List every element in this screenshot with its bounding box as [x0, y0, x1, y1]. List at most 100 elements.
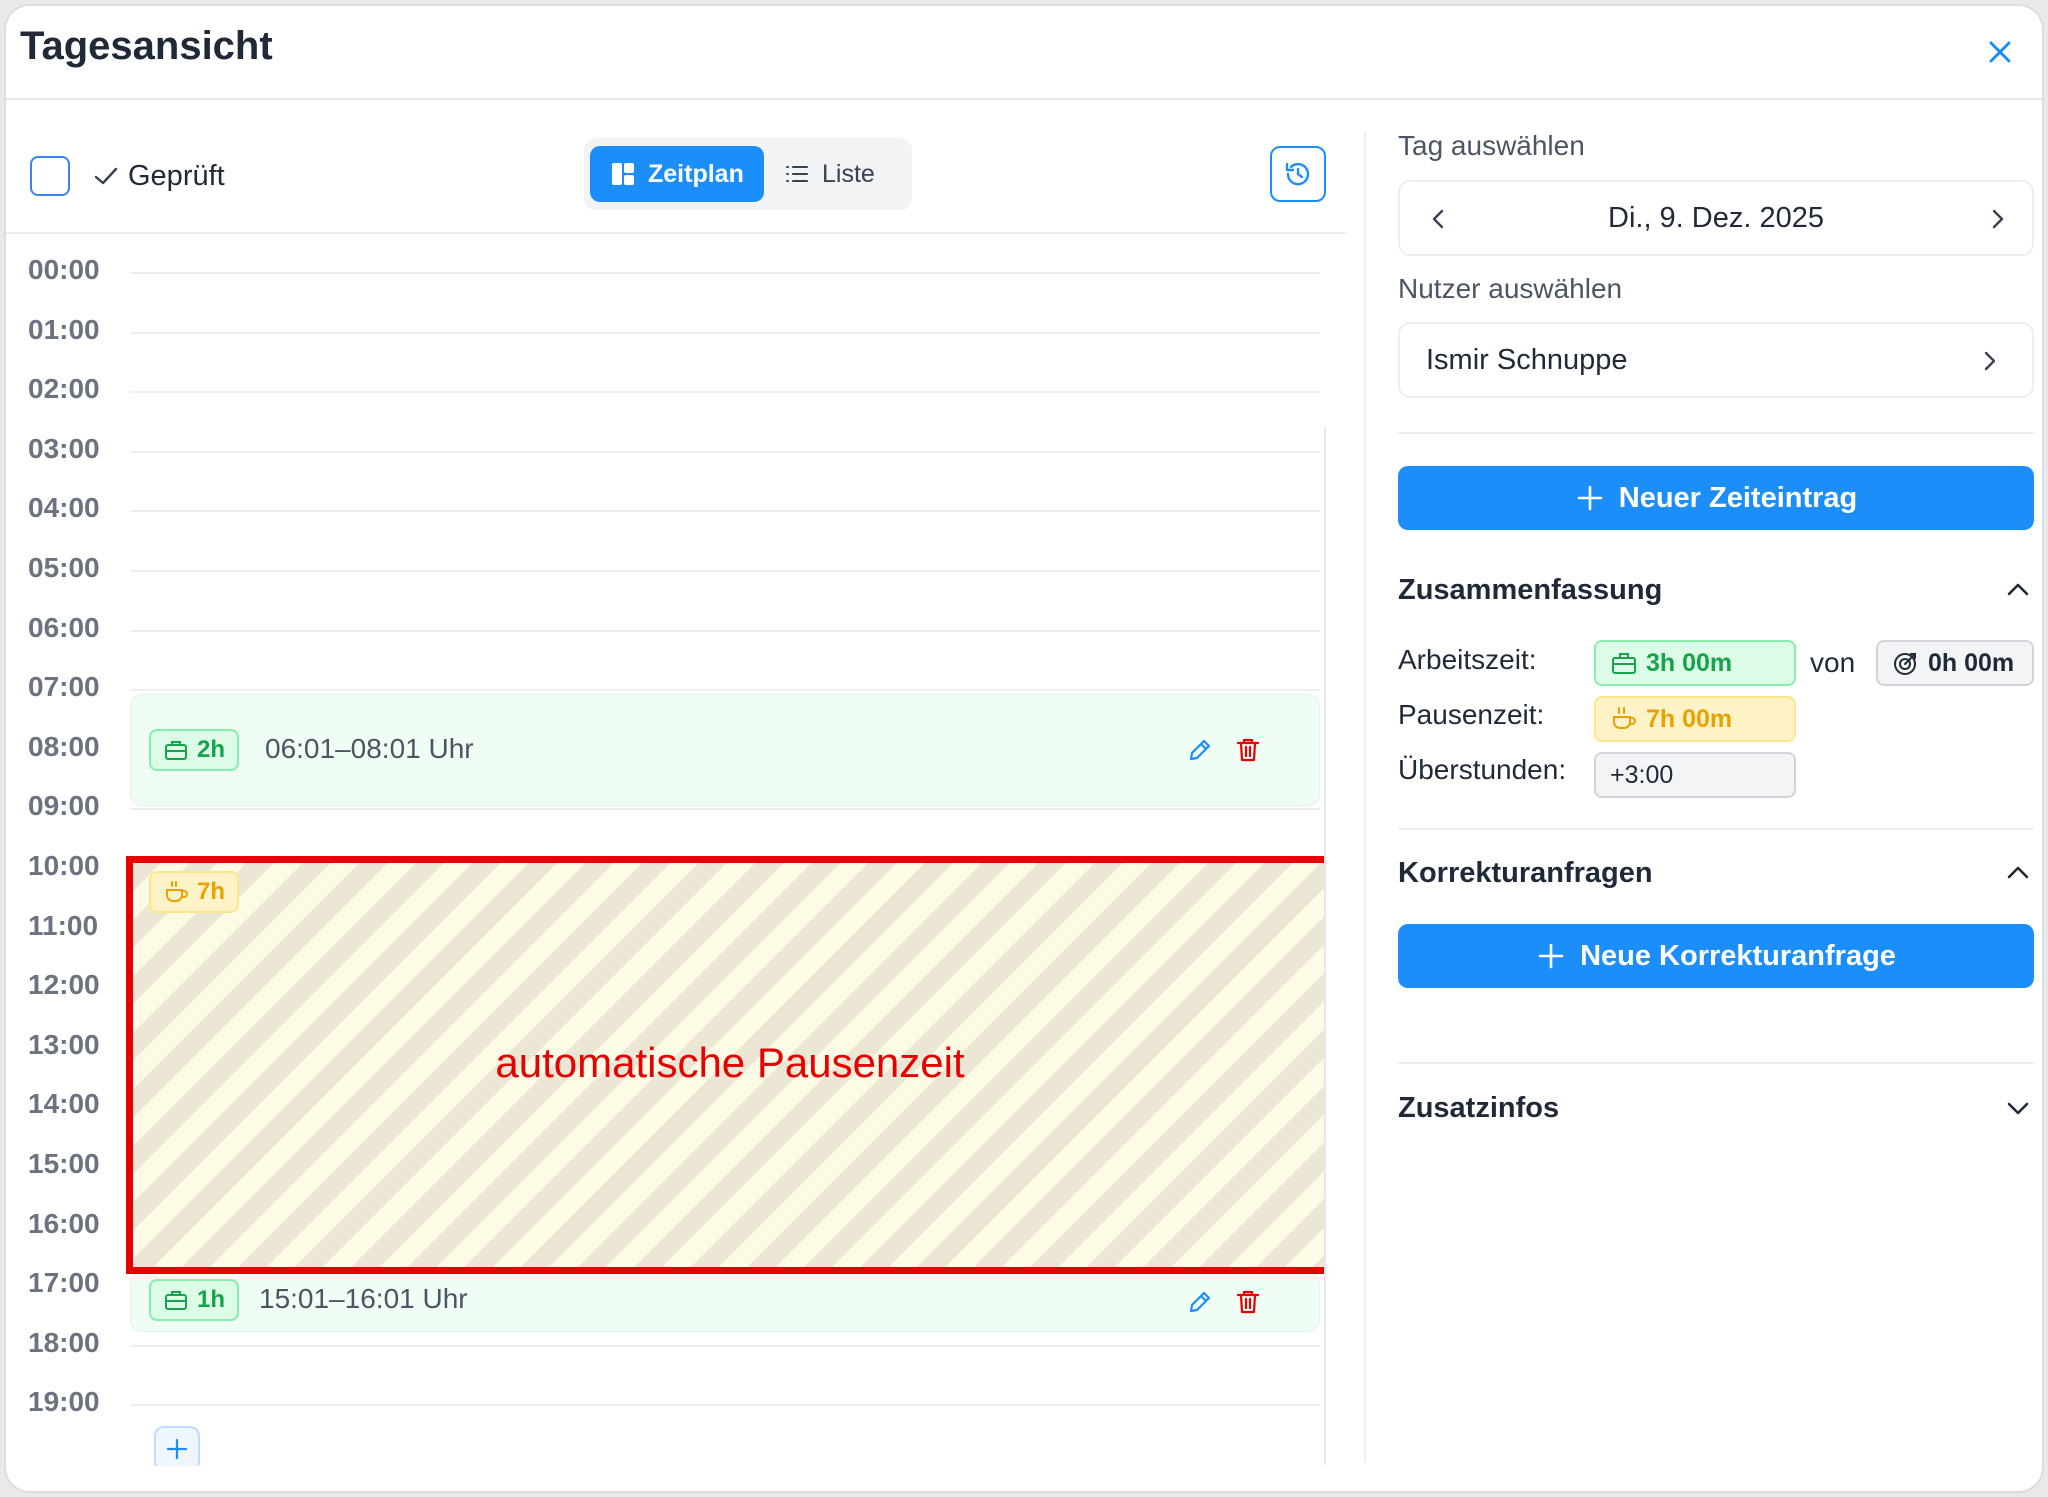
page-title: Tagesansicht: [20, 24, 273, 68]
modal-header: Tagesansicht: [6, 6, 2042, 100]
hour-row: 01:00: [6, 314, 1326, 390]
pause-duration: 7h: [197, 878, 226, 905]
day-select-label: Tag auswählen: [1398, 130, 1585, 161]
edit-icon[interactable]: [1185, 735, 1215, 765]
entry-time: 15:01–16:01 Uhr: [259, 1283, 468, 1314]
overtime-pill: +3:00: [1594, 752, 1796, 798]
hour-gridline: [130, 1404, 1320, 1407]
history-button[interactable]: [1270, 146, 1326, 202]
hour-gridline: [130, 689, 1320, 692]
target-time-value: 0h 00m: [1928, 648, 2015, 677]
pause-time-pill: 7h 00m: [1594, 696, 1796, 742]
history-icon: [1285, 162, 1310, 186]
divider: [1398, 1062, 2034, 1064]
checked-label: Geprüft: [92, 156, 225, 196]
hour-row: 18:00: [6, 1327, 1326, 1403]
hour-row: 04:00: [6, 492, 1326, 568]
new-correction-button[interactable]: Neue Korrekturanfrage: [1398, 924, 2034, 988]
trash-icon[interactable]: [1233, 735, 1263, 765]
entry-duration-badge: 1h: [149, 1279, 240, 1321]
chevron-up-icon[interactable]: [2002, 574, 2034, 606]
coffee-icon: [166, 881, 188, 902]
hour-row: 05:00: [6, 552, 1326, 628]
divider: [1398, 432, 2034, 434]
hour-label: 04:00: [28, 492, 100, 524]
plus-icon: [1577, 485, 1603, 511]
hour-label: 00:00: [28, 254, 100, 285]
work-time-pill: 3h 00m: [1594, 640, 1796, 686]
tab-list[interactable]: Liste: [764, 146, 895, 202]
checked-checkbox[interactable]: [30, 156, 70, 196]
hour-label: 05:00: [28, 552, 100, 583]
briefcase-icon: [1612, 653, 1636, 674]
of-label: von: [1810, 647, 1856, 678]
new-correction-label: Neue Korrekturanfrage: [1580, 939, 1896, 972]
hour-gridline: [130, 272, 1320, 274]
pause-label: automatische Pausenzeit: [495, 1039, 965, 1086]
new-entry-button[interactable]: Neuer Zeiteintrag: [1398, 466, 2034, 530]
target-icon: [1894, 653, 1916, 675]
hour-label: 11:00: [28, 909, 99, 941]
entry-time: 06:01–08:01 Uhr: [265, 733, 474, 764]
trash-icon[interactable]: [1233, 1287, 1263, 1317]
layout-icon: [612, 163, 634, 185]
hour-row: 02:00: [6, 373, 1326, 449]
summary-title: Zusammenfassung: [1398, 574, 1663, 606]
hour-row: 19:00: [6, 1386, 1326, 1462]
hour-label: 08:00: [28, 730, 100, 762]
hour-label: 12:00: [28, 969, 100, 1001]
chevron-up-icon[interactable]: [2002, 857, 2034, 889]
user-select[interactable]: Ismir Schnuppe: [1398, 322, 2034, 398]
time-entry-block[interactable]: 1h 15:01–16:01 Uhr: [130, 1272, 1320, 1332]
timeline-panel: Geprüft Zeitplan Liste 00:00 01:00 02:00 03…: [6, 100, 1346, 1491]
overtime-value: +3:00: [1610, 760, 1674, 789]
timeline-toolbar: Geprüft Zeitplan Liste: [6, 100, 1346, 234]
hour-label: 19:00: [28, 1386, 100, 1418]
chevron-down-icon[interactable]: [2002, 1092, 2034, 1124]
entry-duration: 1h: [197, 1286, 226, 1313]
view-switcher: Zeitplan Liste: [584, 138, 912, 210]
close-button[interactable]: [1980, 32, 2020, 72]
hour-label: 13:00: [28, 1028, 100, 1060]
timeline-grid[interactable]: 00:00 01:00 02:00 03:00 04:00 05:00 06:00 07:00…: [6, 236, 1326, 1466]
tab-schedule[interactable]: Zeitplan: [590, 146, 764, 202]
pause-time-label: Pausenzeit:: [1398, 699, 1545, 730]
hour-label: 03:00: [28, 432, 100, 464]
work-time-label: Arbeitszeit:: [1398, 644, 1537, 675]
checked-label-text: Geprüft: [128, 159, 225, 192]
hour-label: 07:00: [28, 671, 100, 703]
time-entry-block[interactable]: 2h 06:01–08:01 Uhr: [130, 694, 1320, 806]
plus-icon: [166, 1438, 188, 1460]
hour-row: 06:00: [6, 612, 1326, 688]
hour-gridline: [130, 1344, 1320, 1347]
date-picker: Di., 9. Dez. 2025: [1398, 180, 2034, 256]
new-entry-label: Neuer Zeiteintrag: [1618, 481, 1858, 514]
hour-gridline: [130, 391, 1320, 394]
divider: [1398, 828, 2034, 830]
sidebar-panel: Tag auswählen Di., 9. Dez. 2025 Nutzer a…: [1398, 100, 2034, 1491]
overtime-label: Überstunden:: [1398, 754, 1567, 785]
hour-label: 18:00: [28, 1326, 100, 1358]
timeline-scrollbar[interactable]: [1324, 426, 1326, 1466]
selected-date: Di., 9. Dez. 2025: [1608, 202, 1824, 234]
selected-user: Ismir Schnuppe: [1426, 344, 1628, 376]
tab-schedule-label: Zeitplan: [648, 159, 744, 188]
chevron-right-icon[interactable]: [1982, 204, 2012, 234]
extra-info-title: Zusatzinfos: [1398, 1092, 1560, 1124]
hour-gridline: [130, 808, 1320, 811]
user-select-label: Nutzer auswählen: [1398, 273, 1623, 304]
panel-divider: [1364, 132, 1366, 1462]
edit-icon[interactable]: [1185, 1287, 1215, 1317]
hour-label: 09:00: [28, 790, 100, 822]
pause-duration-badge: 7h: [149, 871, 240, 913]
plus-icon: [1538, 943, 1564, 969]
check-icon: [94, 167, 118, 185]
day-view-modal: Tagesansicht Geprüft Zeitplan Liste 00:0…: [4, 4, 2044, 1493]
corrections-title: Korrekturanfragen: [1398, 857, 1653, 889]
hour-gridline: [130, 510, 1320, 513]
hour-row: 03:00: [6, 433, 1326, 509]
pause-time-value: 7h 00m: [1646, 704, 1733, 733]
zoom-in-button[interactable]: [154, 1426, 200, 1466]
chevron-right-icon: [1984, 351, 1996, 371]
hour-gridline: [130, 570, 1320, 572]
